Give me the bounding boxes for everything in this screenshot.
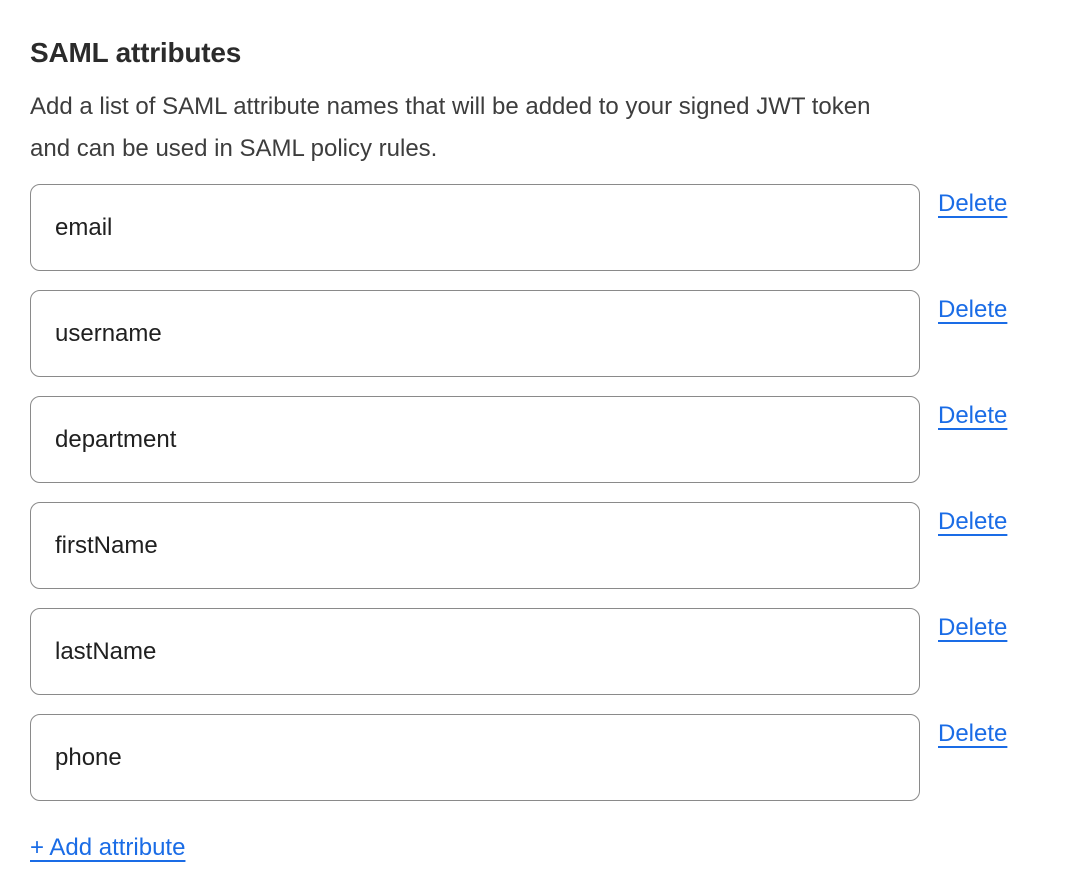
saml-attributes-section: SAML attributes Add a list of SAML attri… bbox=[0, 0, 1066, 863]
section-title: SAML attributes bbox=[30, 36, 1036, 70]
attribute-row: Delete bbox=[30, 714, 1036, 801]
delete-attribute-link[interactable]: Delete bbox=[938, 296, 1007, 324]
delete-attribute-link[interactable]: Delete bbox=[938, 402, 1007, 430]
delete-attribute-link[interactable]: Delete bbox=[938, 508, 1007, 536]
saml-attributes-page: SAML attributes Add a list of SAML attri… bbox=[0, 0, 1066, 886]
delete-attribute-link[interactable]: Delete bbox=[938, 720, 1007, 748]
attribute-rows: Delete Delete Delete Delete Delete Delet… bbox=[30, 184, 1036, 801]
section-description-line-2: and can be used in SAML policy rules. bbox=[30, 128, 1036, 170]
attribute-row: Delete bbox=[30, 608, 1036, 695]
attribute-name-input[interactable] bbox=[30, 184, 920, 271]
add-attribute-link[interactable]: + Add attribute bbox=[30, 833, 185, 863]
delete-attribute-link[interactable]: Delete bbox=[938, 190, 1007, 218]
attribute-name-input[interactable] bbox=[30, 502, 920, 589]
attribute-row: Delete bbox=[30, 396, 1036, 483]
delete-attribute-link[interactable]: Delete bbox=[938, 614, 1007, 642]
attribute-row: Delete bbox=[30, 502, 1036, 589]
attribute-name-input[interactable] bbox=[30, 714, 920, 801]
attribute-name-input[interactable] bbox=[30, 290, 920, 377]
attribute-name-input[interactable] bbox=[30, 396, 920, 483]
section-description: Add a list of SAML attribute names that … bbox=[30, 86, 1036, 170]
section-description-line-1: Add a list of SAML attribute names that … bbox=[30, 86, 1036, 128]
attribute-name-input[interactable] bbox=[30, 608, 920, 695]
attribute-row: Delete bbox=[30, 290, 1036, 377]
attribute-row: Delete bbox=[30, 184, 1036, 271]
